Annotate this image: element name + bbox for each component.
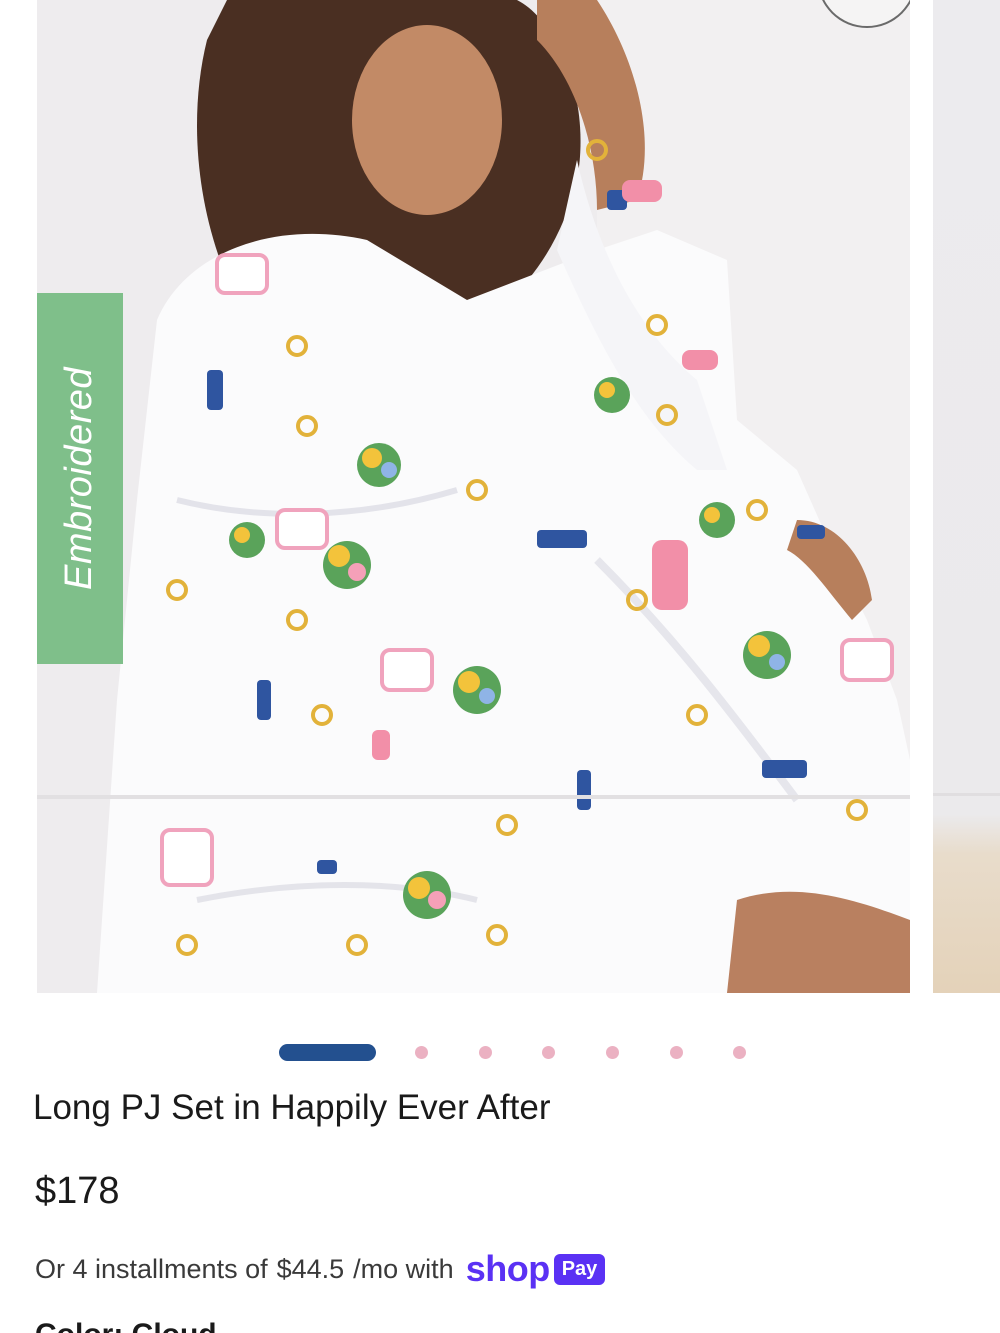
wall-baseboard: [37, 795, 910, 799]
pagination-dot[interactable]: [542, 1046, 555, 1059]
product-image-carousel[interactable]: Embroidered: [0, 0, 1000, 995]
installments-info[interactable]: Or 4 installments of $44.5 /mo with shop…: [35, 1248, 606, 1290]
product-price: $178: [35, 1170, 120, 1212]
product-photo-next-peek[interactable]: [933, 0, 1000, 993]
product-page: Embroidered Long PJ Set in Happily Ever …: [0, 0, 1000, 1333]
carousel-pagination: [0, 1042, 1000, 1062]
installments-suffix: /mo with: [353, 1253, 454, 1284]
wall-baseboard: [933, 793, 1000, 796]
shop-pay-logo-word[interactable]: shop: [466, 1248, 551, 1290]
color-section-heading: Color: Cloud: [35, 1318, 217, 1333]
pagination-dot[interactable]: [733, 1046, 746, 1059]
installments-amount: $44.5: [276, 1253, 345, 1284]
pagination-dot-active[interactable]: [279, 1044, 376, 1061]
embroidered-badge: Embroidered: [37, 293, 123, 664]
pagination-dot[interactable]: [670, 1046, 683, 1059]
product-title: Long PJ Set in Happily Ever After: [33, 1088, 551, 1127]
model-photo-illustration: [37, 0, 910, 993]
shop-pay-logo-pill[interactable]: Pay: [553, 1253, 606, 1285]
badge-label: Embroidered: [58, 366, 101, 591]
pagination-dot[interactable]: [606, 1046, 619, 1059]
installments-prefix: Or 4 installments of: [35, 1253, 268, 1284]
pagination-dot[interactable]: [415, 1046, 428, 1059]
pagination-dot[interactable]: [479, 1046, 492, 1059]
product-photo-main[interactable]: [37, 0, 910, 993]
